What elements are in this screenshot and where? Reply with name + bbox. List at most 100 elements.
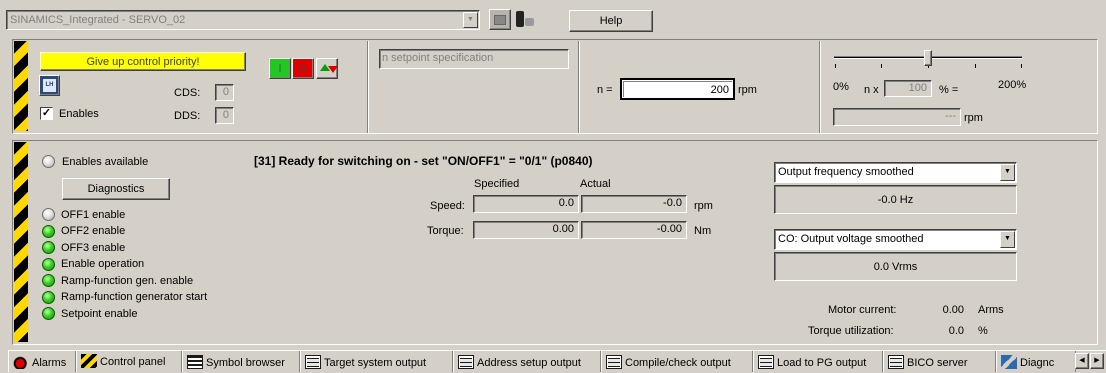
override-slider[interactable]	[834, 50, 1024, 74]
connector-icon	[525, 18, 534, 26]
led-on-icon	[42, 307, 55, 320]
led-on-icon	[42, 224, 55, 238]
lh-icon-button[interactable]: LH	[39, 75, 60, 96]
enable-status-label: OFF3 enable	[61, 241, 126, 254]
led-on-icon	[42, 274, 55, 287]
motor-current-unit: Arms	[978, 304, 1004, 316]
n-label: n =	[597, 84, 613, 96]
enable-status-list: OFF1 enable OFF2 enable OFF3 enable Enable …	[42, 208, 282, 328]
bomb-icon	[13, 355, 29, 369]
led-on-icon	[42, 241, 55, 254]
enable-status-item: Ramp-function generator start	[42, 290, 208, 306]
enable-status-label: Enable operation	[61, 258, 145, 270]
setpoint-spec-field: n setpoint specification	[379, 49, 569, 69]
cds-label: CDS:	[174, 87, 201, 99]
enable-status-item: OFF1 enable	[42, 208, 125, 223]
monitor-select-2[interactable]: CO: Output voltage smoothed ▼	[774, 229, 1017, 250]
monitor-value-2: 0.0 Vrms	[873, 261, 918, 273]
help-button-label: Help	[599, 15, 623, 27]
enables-label: Enables	[59, 108, 99, 120]
slider-max-label: 200%	[998, 79, 1027, 91]
override-percent-field: 100	[884, 80, 932, 97]
tab-compile-check-output[interactable]: Compile/check output	[601, 351, 753, 372]
speed-actual-field: -0.0	[581, 195, 687, 213]
drive-select[interactable]: SINAMICS_Integrated - SERVO_02 ▼	[6, 10, 480, 30]
slider-thumb[interactable]	[924, 50, 932, 66]
enable-status-label: Setpoint enable	[61, 307, 138, 320]
override-rpm-unit: rpm	[964, 112, 983, 124]
enable-status-item: Ramp-function gen. enable	[42, 274, 193, 289]
monitor-select-1[interactable]: Output frequency smoothed ▼	[774, 162, 1017, 183]
enable-status-item: Enable operation	[42, 257, 145, 273]
enable-status-label: Ramp-function generator start	[61, 291, 208, 303]
torque-unit: Nm	[694, 225, 712, 237]
tab-load-to-pg-output[interactable]: Load to PG output	[753, 351, 883, 372]
torque-actual-value: -0.00	[656, 223, 682, 235]
monitor-select-1-value: Output frequency smoothed	[778, 166, 914, 178]
grid-icon	[888, 355, 904, 369]
window-icon	[494, 15, 506, 25]
diagnostics-button-label: Diagnostics	[87, 183, 145, 195]
checkmark-icon: ✓	[41, 107, 52, 119]
drive-select-value: SINAMICS_Integrated - SERVO_02	[10, 14, 186, 26]
enable-status-item: OFF2 enable	[42, 224, 125, 240]
connection-icon-button[interactable]	[513, 9, 535, 30]
give-up-priority-button[interactable]: Give up control priority!	[40, 52, 246, 71]
tab-scroll-left-button[interactable]: ◀	[1075, 353, 1089, 369]
chevron-down-icon: ▼	[463, 12, 478, 28]
speed-actual-value: -0.0	[663, 197, 682, 209]
dock-icon-button[interactable]	[489, 9, 511, 30]
hazard-stripe-lower	[14, 142, 28, 342]
divider	[367, 41, 369, 133]
tab-alarms[interactable]: Alarms	[8, 351, 76, 372]
enables-checkbox[interactable]: ✓	[40, 107, 53, 120]
led-off-icon	[42, 208, 55, 221]
give-up-priority-label: Give up control priority!	[86, 56, 200, 68]
slider-tick	[881, 64, 882, 68]
dds-value: 0	[222, 109, 229, 121]
hazard-icon	[81, 354, 97, 368]
monitor-select-2-value: CO: Output voltage smoothed	[778, 233, 924, 245]
help-button[interactable]: Help	[569, 10, 653, 32]
motor-current-label: Motor current:	[828, 304, 897, 316]
lh-icon: LH	[43, 79, 56, 92]
off-button[interactable]: 0	[292, 58, 314, 79]
tab-diagnc[interactable]: Diagnc	[996, 351, 1076, 372]
torque-utilization-unit: %	[978, 325, 988, 337]
tab-symbol-browser[interactable]: Symbol browser	[182, 351, 300, 372]
speed-setpoint-input[interactable]: 200	[620, 78, 735, 100]
status-message: [31] Ready for switching on - set "ON/OF…	[254, 154, 593, 168]
speed-setpoint-inner: 200	[623, 81, 732, 97]
specified-header: Specified	[474, 178, 520, 190]
enables-available-label: Enables available	[62, 156, 149, 168]
diagnostics-button[interactable]: Diagnostics	[62, 178, 170, 200]
override-percent-value: 100	[908, 82, 927, 94]
grid-icon	[606, 355, 622, 369]
tab-scroll-right-button[interactable]: ▶	[1090, 353, 1104, 369]
n-x-label: n x	[864, 84, 879, 96]
tab-bico-server[interactable]: BICO server	[883, 351, 996, 372]
on-button[interactable]: I	[269, 58, 291, 79]
tab-address-setup-output[interactable]: Address setup output	[453, 351, 601, 372]
override-rpm-value: ---	[945, 110, 956, 122]
monitor-value-2-field: 0.0 Vrms	[774, 252, 1017, 281]
dds-label: DDS:	[174, 110, 201, 122]
tab-label: Control panel	[100, 356, 166, 368]
tab-label: Load to PG output	[777, 357, 867, 369]
list-icon	[187, 355, 203, 369]
direction-button[interactable]	[316, 58, 338, 79]
torque-utilization-label: Torque utilization:	[808, 325, 894, 337]
speed-unit: rpm	[694, 200, 713, 212]
actual-header: Actual	[580, 178, 611, 190]
slider-tick	[1021, 64, 1022, 68]
cds-field: 0	[215, 84, 234, 101]
tab-control-panel[interactable]: Control panel	[76, 351, 182, 372]
torque-label: Torque:	[427, 225, 464, 237]
tab-target-system-output[interactable]: Target system output	[300, 351, 453, 372]
speed-specified-field: 0.0	[473, 195, 579, 213]
torque-specified-field: 0.00	[473, 221, 579, 239]
torque-utilization-value: 0.0	[948, 325, 964, 337]
off-button-label: 0	[299, 63, 307, 75]
tab-label: BICO server	[907, 357, 968, 369]
setpoint-spec-label: n setpoint specification	[382, 52, 494, 64]
